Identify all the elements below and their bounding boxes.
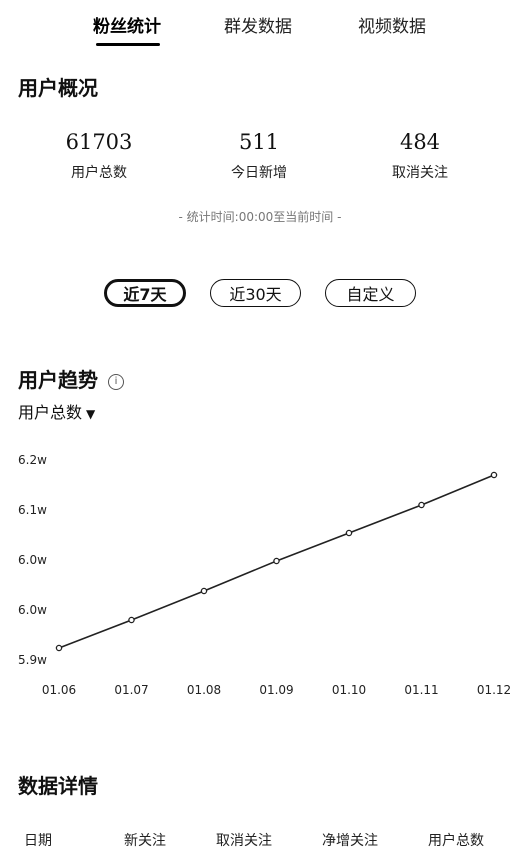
stat-unfollow-value: 484 — [399, 130, 441, 154]
metric-select-label: 用户总数 — [18, 403, 83, 422]
range-7-days-button[interactable]: 近7天 — [104, 279, 186, 307]
col-date: 日期 — [24, 833, 52, 849]
x-tick-label: 01.06 — [42, 683, 76, 697]
chevron-down-icon: ▼ — [86, 407, 96, 421]
y-tick-label: 5.9w — [18, 653, 47, 667]
data-point[interactable] — [128, 616, 135, 624]
stat-new-today: 511 今日新增 — [184, 130, 334, 182]
data-point[interactable] — [345, 529, 353, 537]
tab-video-data[interactable]: 视频数据 — [358, 12, 426, 37]
tab-fans-stats[interactable]: 粉丝统计 — [93, 12, 161, 37]
trend-title: 用户趋势 — [18, 368, 98, 392]
x-tick-label: 01.10 — [332, 683, 366, 697]
data-point[interactable] — [418, 501, 425, 509]
stat-total-users-label: 用户总数 — [71, 165, 127, 181]
stat-unfollow-label: 取消关注 — [392, 165, 448, 181]
trend-title-row: 用户趋势 i — [18, 364, 124, 393]
col-unfollow: 取消关注 — [216, 833, 272, 849]
col-net-follow: 净增关注 — [322, 833, 378, 849]
y-tick-label: 6.1w — [18, 503, 47, 517]
active-tab-indicator — [96, 43, 160, 46]
stat-unfollow: 484 取消关注 — [345, 130, 495, 182]
col-total-users: 用户总数 — [428, 833, 484, 849]
data-point[interactable] — [490, 471, 498, 479]
info-icon[interactable]: i — [108, 373, 124, 390]
col-new-follow: 新关注 — [124, 833, 166, 849]
stat-total-users: 61703 用户总数 — [24, 130, 174, 182]
stats-time-note: - 统计时间:00:00至当前时间 - — [178, 210, 342, 224]
x-tick-label: 01.12 — [477, 683, 511, 697]
y-tick-label: 6.0w — [18, 603, 47, 617]
data-point[interactable] — [200, 587, 208, 595]
range-30-days-button[interactable]: 近30天 — [210, 279, 301, 307]
x-tick-label: 01.07 — [114, 683, 148, 697]
details-title: 数据详情 — [18, 774, 98, 798]
tab-broadcast-data[interactable]: 群发数据 — [224, 12, 292, 37]
y-tick-label: 6.0w — [18, 553, 47, 567]
overview-title: 用户概况 — [18, 76, 98, 100]
range-custom-button[interactable]: 自定义 — [325, 279, 416, 307]
y-tick-label: 6.2w — [18, 453, 47, 467]
stat-total-users-value: 61703 — [65, 130, 133, 154]
data-point[interactable] — [273, 557, 280, 565]
metric-select[interactable]: 用户总数 ▼ — [18, 399, 95, 423]
data-point[interactable] — [55, 644, 63, 652]
stat-new-today-value: 511 — [238, 130, 280, 154]
x-tick-label: 01.11 — [404, 683, 438, 697]
trend-line-chart: 6.2w 6.1w 6.0w 6.0w 5.9w 01.06 01.07 01.08 01.09… — [18, 453, 511, 697]
x-tick-label: 01.09 — [259, 683, 293, 697]
stat-new-today-label: 今日新增 — [231, 165, 287, 181]
x-tick-label: 01.08 — [187, 683, 221, 697]
top-tabs: 粉丝统计 群发数据 视频数据 — [0, 0, 520, 50]
